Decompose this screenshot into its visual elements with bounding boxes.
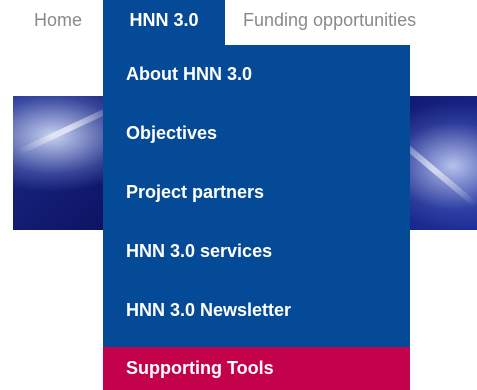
- nav-home[interactable]: Home: [34, 0, 82, 45]
- nav-funding-opportunities[interactable]: Funding opportunities: [243, 0, 416, 45]
- main-nav: Home HNN 3.0 Funding opportunities: [0, 0, 477, 45]
- menu-item-supporting-tools[interactable]: Supporting Tools: [103, 347, 410, 390]
- menu-item-objectives[interactable]: Objectives: [103, 104, 410, 163]
- hnn-dropdown-menu: About HNN 3.0 Objectives Project partner…: [103, 45, 410, 390]
- nav-hnn[interactable]: HNN 3.0: [103, 0, 225, 45]
- menu-item-project-partners[interactable]: Project partners: [103, 163, 410, 222]
- menu-item-about[interactable]: About HNN 3.0: [103, 45, 410, 104]
- menu-item-newsletter[interactable]: HNN 3.0 Newsletter: [103, 281, 410, 340]
- menu-item-services[interactable]: HNN 3.0 services: [103, 222, 410, 281]
